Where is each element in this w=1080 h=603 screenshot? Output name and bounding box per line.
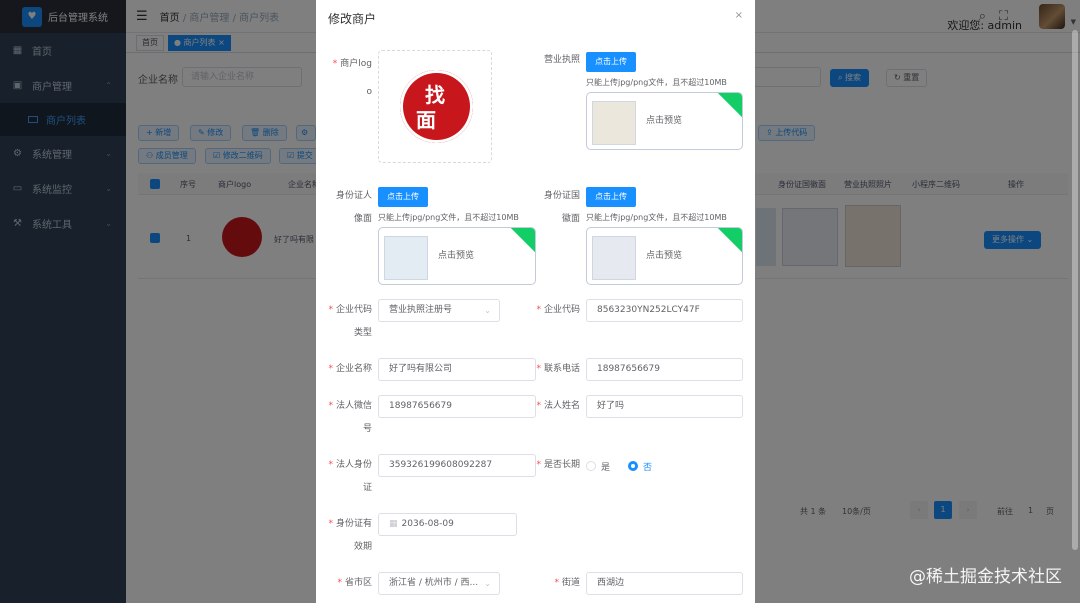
license-hint: 只能上传jpg/png文件，且不超过10MB	[586, 78, 727, 87]
street-label-text: 街道	[561, 578, 580, 588]
license-thumbnail	[592, 101, 636, 145]
expiry-date-picker[interactable]: ▦ 2036-08-09	[378, 513, 517, 536]
id-back-preview-card[interactable]: 点击预览	[586, 227, 743, 285]
logo-label-line2: o	[366, 87, 372, 97]
success-badge-icon	[714, 228, 742, 254]
wechat-label-line1: 法人微信	[335, 401, 372, 411]
app-root: ♥ 后台管理系统 ▦ 首页 ▣ 商户管理 ⌃ 商户列表 ⚙ 系统管理 ⌄ ▭ 系…	[0, 0, 1080, 603]
required-mark: *	[554, 578, 559, 588]
region-label-text: 省市区	[344, 578, 372, 588]
code-type-label-line2: 类型	[353, 328, 372, 338]
region-label: * 省市区	[322, 572, 372, 595]
chevron-down-icon: ⌄	[484, 306, 491, 315]
street-input[interactable]: 西湖边	[586, 572, 743, 595]
license-label: 营业执照	[543, 55, 580, 65]
code-type-value: 营业执照注册号	[389, 305, 453, 315]
chevron-down-icon: ⌄	[484, 579, 491, 588]
watermark-text: @稀土掘金技术社区	[909, 567, 1062, 587]
dialog-title: 修改商户	[328, 12, 377, 26]
expiry-date-value: 2036-08-09	[401, 519, 454, 529]
code-type-select[interactable]: 营业执照注册号 ⌄	[378, 299, 500, 322]
company-input[interactable]: 好了吗有限公司	[378, 358, 536, 381]
edit-merchant-dialog: 修改商户 × * 商户log o 找 面 营业执照 点击上传 只能上传jpg/pn…	[316, 0, 755, 603]
license-preview-link[interactable]: 点击预览	[646, 117, 682, 126]
longterm-no-radio[interactable]	[628, 461, 638, 471]
wechat-label: * 法人微信 号	[322, 395, 372, 441]
phone-label: * 联系电话	[528, 358, 580, 381]
license-upload-button[interactable]: 点击上传	[586, 52, 636, 72]
wechat-label-line2: 号	[362, 424, 372, 434]
calendar-icon: ▦	[389, 519, 398, 529]
id-back-thumbnail	[592, 236, 636, 280]
required-mark: *	[337, 578, 342, 588]
required-mark: *	[328, 401, 333, 411]
required-mark: *	[328, 305, 333, 315]
required-mark: *	[332, 59, 338, 69]
company-label: * 企业名称	[322, 358, 372, 381]
longterm-label-text: 是否长期	[543, 460, 580, 470]
expiry-label-line1: 身份证有	[335, 519, 372, 529]
legal-id-label-line2: 证	[362, 483, 372, 493]
phone-label-text: 联系电话	[543, 364, 580, 374]
required-mark: *	[536, 460, 541, 470]
required-mark: *	[536, 305, 541, 315]
required-mark: *	[536, 401, 541, 411]
id-front-hint: 只能上传jpg/png文件，且不超过10MB	[378, 213, 519, 222]
legal-name-input[interactable]: 好了吗	[586, 395, 743, 418]
id-back-label-line2: 徽面	[561, 214, 580, 224]
id-back-label: 身份证国 徽面	[528, 185, 580, 231]
id-front-preview-card[interactable]: 点击预览	[378, 227, 536, 285]
required-mark: *	[328, 460, 333, 470]
logo-label: * 商户log o	[322, 50, 372, 106]
company-label-text: 企业名称	[335, 364, 372, 374]
id-front-preview-link[interactable]: 点击预览	[438, 252, 474, 261]
logo-label-line1: 商户log	[340, 59, 372, 69]
id-back-hint: 只能上传jpg/png文件，且不超过10MB	[586, 213, 727, 222]
legal-name-label-text: 法人姓名	[543, 401, 580, 411]
id-back-preview-link[interactable]: 点击预览	[646, 252, 682, 261]
legal-id-input[interactable]: 359326199608092287	[378, 454, 536, 477]
legal-id-label: * 法人身份 证	[322, 454, 372, 500]
code-label-text: 企业代码	[543, 305, 580, 315]
required-mark: *	[328, 364, 333, 374]
required-mark: *	[328, 519, 333, 529]
longterm-no-label[interactable]: 否	[643, 460, 652, 473]
code-input[interactable]: 8563230YN252LCY47F	[586, 299, 743, 322]
page-scrollbar[interactable]	[1072, 30, 1078, 550]
id-front-label: 身份证人 像面	[322, 185, 372, 231]
longterm-yes-label[interactable]: 是	[601, 460, 610, 473]
logo-image: 找 面	[400, 70, 473, 143]
phone-input[interactable]: 18987656679	[586, 358, 743, 381]
region-value: 浙江省 / 杭州市 / 西...	[389, 578, 479, 588]
id-back-upload-button[interactable]: 点击上传	[586, 187, 636, 207]
required-mark: *	[536, 364, 541, 374]
street-label: * 街道	[528, 572, 580, 595]
region-cascader[interactable]: 浙江省 / 杭州市 / 西... ⌄	[378, 572, 500, 595]
close-icon[interactable]: ×	[735, 10, 743, 21]
id-front-thumbnail	[384, 236, 428, 280]
longterm-label: * 是否长期	[528, 454, 580, 477]
id-back-label-line1: 身份证国	[543, 191, 580, 201]
success-badge-icon	[714, 93, 742, 119]
logo-char-bottom: 面	[416, 108, 436, 132]
id-front-upload-button[interactable]: 点击上传	[378, 187, 428, 207]
legal-id-label-line1: 法人身份	[335, 460, 372, 470]
code-type-label: * 企业代码 类型	[322, 299, 372, 345]
expiry-label: * 身份证有 效期	[322, 513, 372, 559]
logo-uploader[interactable]: 找 面	[378, 50, 492, 163]
license-preview-card[interactable]: 点击预览	[586, 92, 743, 150]
expiry-label-line2: 效期	[353, 542, 372, 552]
code-type-label-line1: 企业代码	[335, 305, 372, 315]
wechat-input[interactable]: 18987656679	[378, 395, 536, 418]
id-front-label-line1: 身份证人	[335, 191, 372, 201]
code-label: * 企业代码	[528, 299, 580, 322]
longterm-yes-radio[interactable]	[586, 461, 596, 471]
id-front-label-line2: 像面	[353, 214, 372, 224]
legal-name-label: * 法人姓名	[528, 395, 580, 418]
